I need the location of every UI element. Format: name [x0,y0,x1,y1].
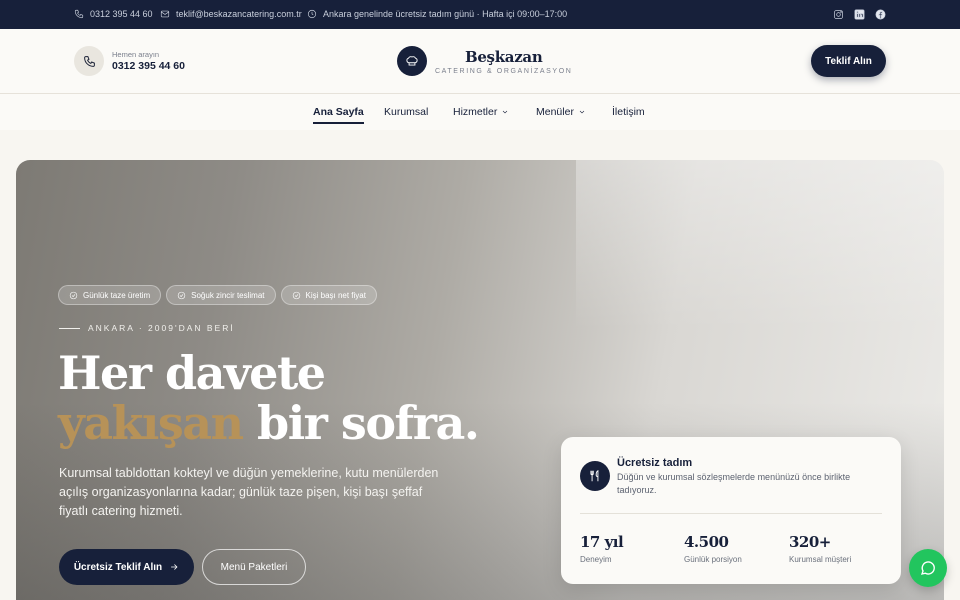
topbar-hours-text: Ankara genelinde ücretsiz tadım günü · H… [323,9,568,19]
call-label: Hemen arayın [112,50,160,59]
brand-name: Beşkazan [464,47,543,66]
stat-value: 4.500 [684,533,729,551]
phone-icon [74,9,84,19]
nav-item-menus[interactable]: Menüler [536,106,586,118]
chat-bubble-icon [920,561,935,575]
nav-label: Menüler [536,106,574,118]
topbar-phone-text: 0312 395 44 60 [90,9,153,19]
tasting-card: Ücretsiz tadım Düğün ve kurumsal sözleşm… [561,437,901,584]
pill-label: Kişi başı net fiyat [305,290,366,300]
arrow-right-icon [171,564,178,570]
phone-icon [83,55,95,67]
logo-mark [397,46,427,76]
nav-item-corporate[interactable]: Kurumsal [384,106,428,118]
menu-packages-button[interactable]: Menü Paketleri [202,549,306,585]
feature-pill: Kişi başı net fiyat [280,285,377,305]
chef-hat-icon [406,56,418,66]
quote-button[interactable]: Teklif Alın [811,45,886,77]
whatsapp-button[interactable] [909,549,947,587]
feature-pill: Soğuk zincir teslimat [166,285,276,305]
hero-title-rest: bir sofra. [242,396,480,450]
check-circle-icon [292,291,300,299]
chevron-down-icon [579,110,585,114]
fork-knife-icon [590,469,599,482]
stat-value: 320+ [789,533,831,551]
linkedin-icon[interactable] [854,9,865,20]
stat-portions: 4.500 Günlük porsiyon [684,533,742,564]
clock-icon [307,9,317,19]
social-links [833,9,886,20]
topbar-email-text: teklif@beskazancatering.com.tr [176,9,302,19]
hero-title-line1: Her davete [58,346,326,400]
check-circle-icon [69,291,78,299]
site-header: Hemen arayın 0312 395 44 60 Beşkazan CAT… [0,29,960,94]
facebook-icon[interactable] [875,9,886,20]
main-nav: Ana Sayfa Kurumsal Hizmetler Menüler İle… [0,94,960,130]
call-number: 0312 395 44 60 [112,60,185,72]
brand-logo[interactable]: Beşkazan CATERING & ORGANİZASYON [397,46,572,76]
nav-item-contact[interactable]: İletişim [612,106,645,118]
stat-experience: 17 yıl Deneyim [580,533,624,564]
pill-label: Günlük taze üretim [83,290,151,300]
stat-label: Kurumsal müşteri [789,555,852,564]
card-description: Düğün ve kurumsal sözleşmelerde menünüzü… [617,472,851,495]
card-divider [580,513,882,514]
top-bar: 0312 395 44 60 teklif@beskazancatering.c… [0,0,960,29]
check-circle-icon [177,291,186,299]
hero-title: Her davete yakışan bir sofra. [58,346,480,450]
free-quote-label: Ücretsiz Teklif Alın [73,561,163,573]
nav-label: Ana Sayfa [313,106,364,118]
feature-pills: Günlük taze üretim Soğuk zincir teslimat… [58,285,377,305]
eyebrow-text: ANKARA · 2009'DAN BERİ [88,323,235,333]
hero-eyebrow: ANKARA · 2009'DAN BERİ [59,323,235,333]
stat-label: Günlük porsiyon [684,555,742,564]
hero-image-highlight [576,160,944,330]
hero-lead: Kurumsal tabldottan kokteyl ve düğün yem… [59,466,439,518]
phone-circle [74,46,104,76]
feature-pill: Günlük taze üretim [58,285,162,305]
mail-icon [160,10,170,18]
stat-value: 17 yıl [580,533,624,551]
stat-label: Deneyim [580,555,612,564]
free-quote-button[interactable]: Ücretsiz Teklif Alın [59,549,194,585]
brand-subtitle: CATERING & ORGANİZASYON [435,67,573,75]
eyebrow-line [59,327,80,329]
pill-label: Soğuk zincir teslimat [191,290,265,300]
card-icon-circle [580,461,610,491]
topbar-hours: Ankara genelinde ücretsiz tadım günü · H… [307,9,567,19]
chevron-down-icon [503,110,508,114]
nav-label: İletişim [612,106,645,118]
nav-item-services[interactable]: Hizmetler [453,106,509,118]
instagram-icon[interactable] [833,9,844,20]
topbar-phone[interactable]: 0312 395 44 60 [74,9,153,19]
nav-item-home[interactable]: Ana Sayfa [313,106,364,124]
topbar-email[interactable]: teklif@beskazancatering.com.tr [160,9,302,19]
stat-clients: 320+ Kurumsal müşteri [789,533,851,564]
nav-label: Hizmetler [453,106,498,118]
hero-title-highlight: yakışan [58,396,244,450]
header-call[interactable]: Hemen arayın 0312 395 44 60 [74,46,185,76]
card-title: Ücretsiz tadım [617,457,693,469]
nav-label: Kurumsal [384,106,429,118]
